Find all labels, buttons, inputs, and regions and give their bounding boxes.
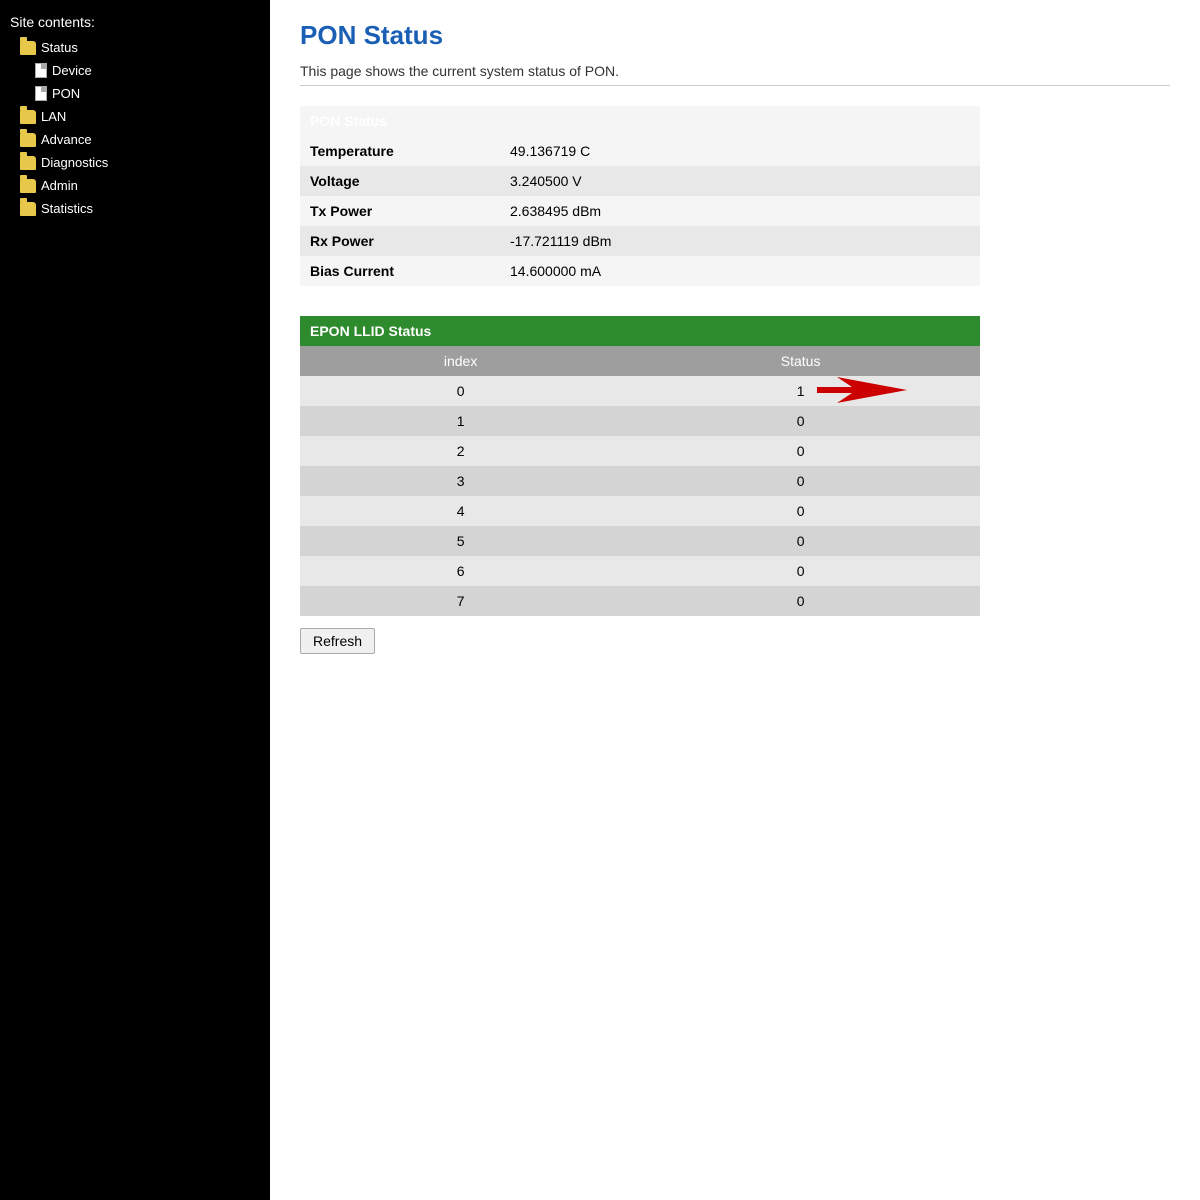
pon-row-value: 14.600000 mA [500,256,980,286]
pon-row: Bias Current14.600000 mA [300,256,980,286]
llid-status: 0 [621,556,980,586]
sidebar-label-admin: Admin [41,178,78,193]
llid-index: 6 [300,556,621,586]
sidebar-item-statistics[interactable]: Statistics [0,197,270,220]
pon-row: Voltage3.240500 V [300,166,980,196]
sidebar-label-lan: LAN [41,109,66,124]
refresh-button[interactable]: Refresh [300,628,375,654]
sidebar-item-pon[interactable]: PON [0,82,270,105]
page-title: PON Status [300,20,1170,51]
sidebar-item-lan[interactable]: LAN [0,105,270,128]
sidebar-label-pon: PON [52,86,80,101]
llid-index: 1 [300,406,621,436]
folder-icon-diagnostics [20,156,36,170]
llid-index: 5 [300,526,621,556]
col-index-header: index [300,346,621,376]
llid-row: 20 [300,436,980,466]
sidebar-label-device: Device [52,63,92,78]
sidebar-label-status: Status [41,40,78,55]
divider [300,85,1170,86]
llid-index: 3 [300,466,621,496]
llid-status: 0 [621,526,980,556]
folder-icon-advance [20,133,36,147]
sidebar-label-advance: Advance [41,132,92,147]
pon-row: Tx Power2.638495 dBm [300,196,980,226]
sidebar-item-diagnostics[interactable]: Diagnostics [0,151,270,174]
pon-status-table: PON Status Temperature49.136719 CVoltage… [300,106,980,286]
main-content: PON Status This page shows the current s… [270,0,1200,1200]
sidebar-label-statistics: Statistics [41,201,93,216]
llid-row: 70 [300,586,980,616]
pon-row-value: 2.638495 dBm [500,196,980,226]
folder-icon-lan [20,110,36,124]
llid-status: 0 [621,466,980,496]
pon-row-value: 49.136719 C [500,136,980,166]
sidebar-title: Site contents: [0,8,270,36]
pon-row-label: Rx Power [300,226,500,256]
llid-status: 1 [621,376,980,406]
llid-status-table: EPON LLID Status index Status 0110203040… [300,316,980,616]
pon-row: Temperature49.136719 C [300,136,980,166]
doc-icon-device [35,63,47,78]
folder-icon-statistics [20,202,36,216]
llid-col-header: index Status [300,346,980,376]
llid-index: 2 [300,436,621,466]
pon-row-label: Bias Current [300,256,500,286]
llid-table-header: EPON LLID Status [300,316,980,346]
llid-status: 0 [621,406,980,436]
llid-index: 4 [300,496,621,526]
llid-status: 0 [621,496,980,526]
pon-row-value: 3.240500 V [500,166,980,196]
pon-row-label: Temperature [300,136,500,166]
sidebar: Site contents: Status Device PON LAN Adv… [0,0,270,1200]
llid-row: 50 [300,526,980,556]
pon-row: Rx Power-17.721119 dBm [300,226,980,256]
llid-row: 10 [300,406,980,436]
doc-icon-pon [35,86,47,101]
sidebar-item-advance[interactable]: Advance [0,128,270,151]
llid-index: 0 [300,376,621,406]
sidebar-item-status[interactable]: Status [0,36,270,59]
sidebar-label-diagnostics: Diagnostics [41,155,108,170]
pon-row-label: Tx Power [300,196,500,226]
sidebar-item-admin[interactable]: Admin [0,174,270,197]
llid-row: 30 [300,466,980,496]
llid-row: 40 [300,496,980,526]
pon-row-value: -17.721119 dBm [500,226,980,256]
folder-icon [20,41,36,55]
llid-row: 60 [300,556,980,586]
pon-row-label: Voltage [300,166,500,196]
page-description: This page shows the current system statu… [300,63,1170,79]
sidebar-item-device[interactable]: Device [0,59,270,82]
llid-status: 0 [621,436,980,466]
folder-icon-admin [20,179,36,193]
pon-table-header: PON Status [300,106,980,136]
llid-index: 7 [300,586,621,616]
col-status-header: Status [621,346,980,376]
llid-status: 0 [621,586,980,616]
llid-row: 01 [300,376,980,406]
